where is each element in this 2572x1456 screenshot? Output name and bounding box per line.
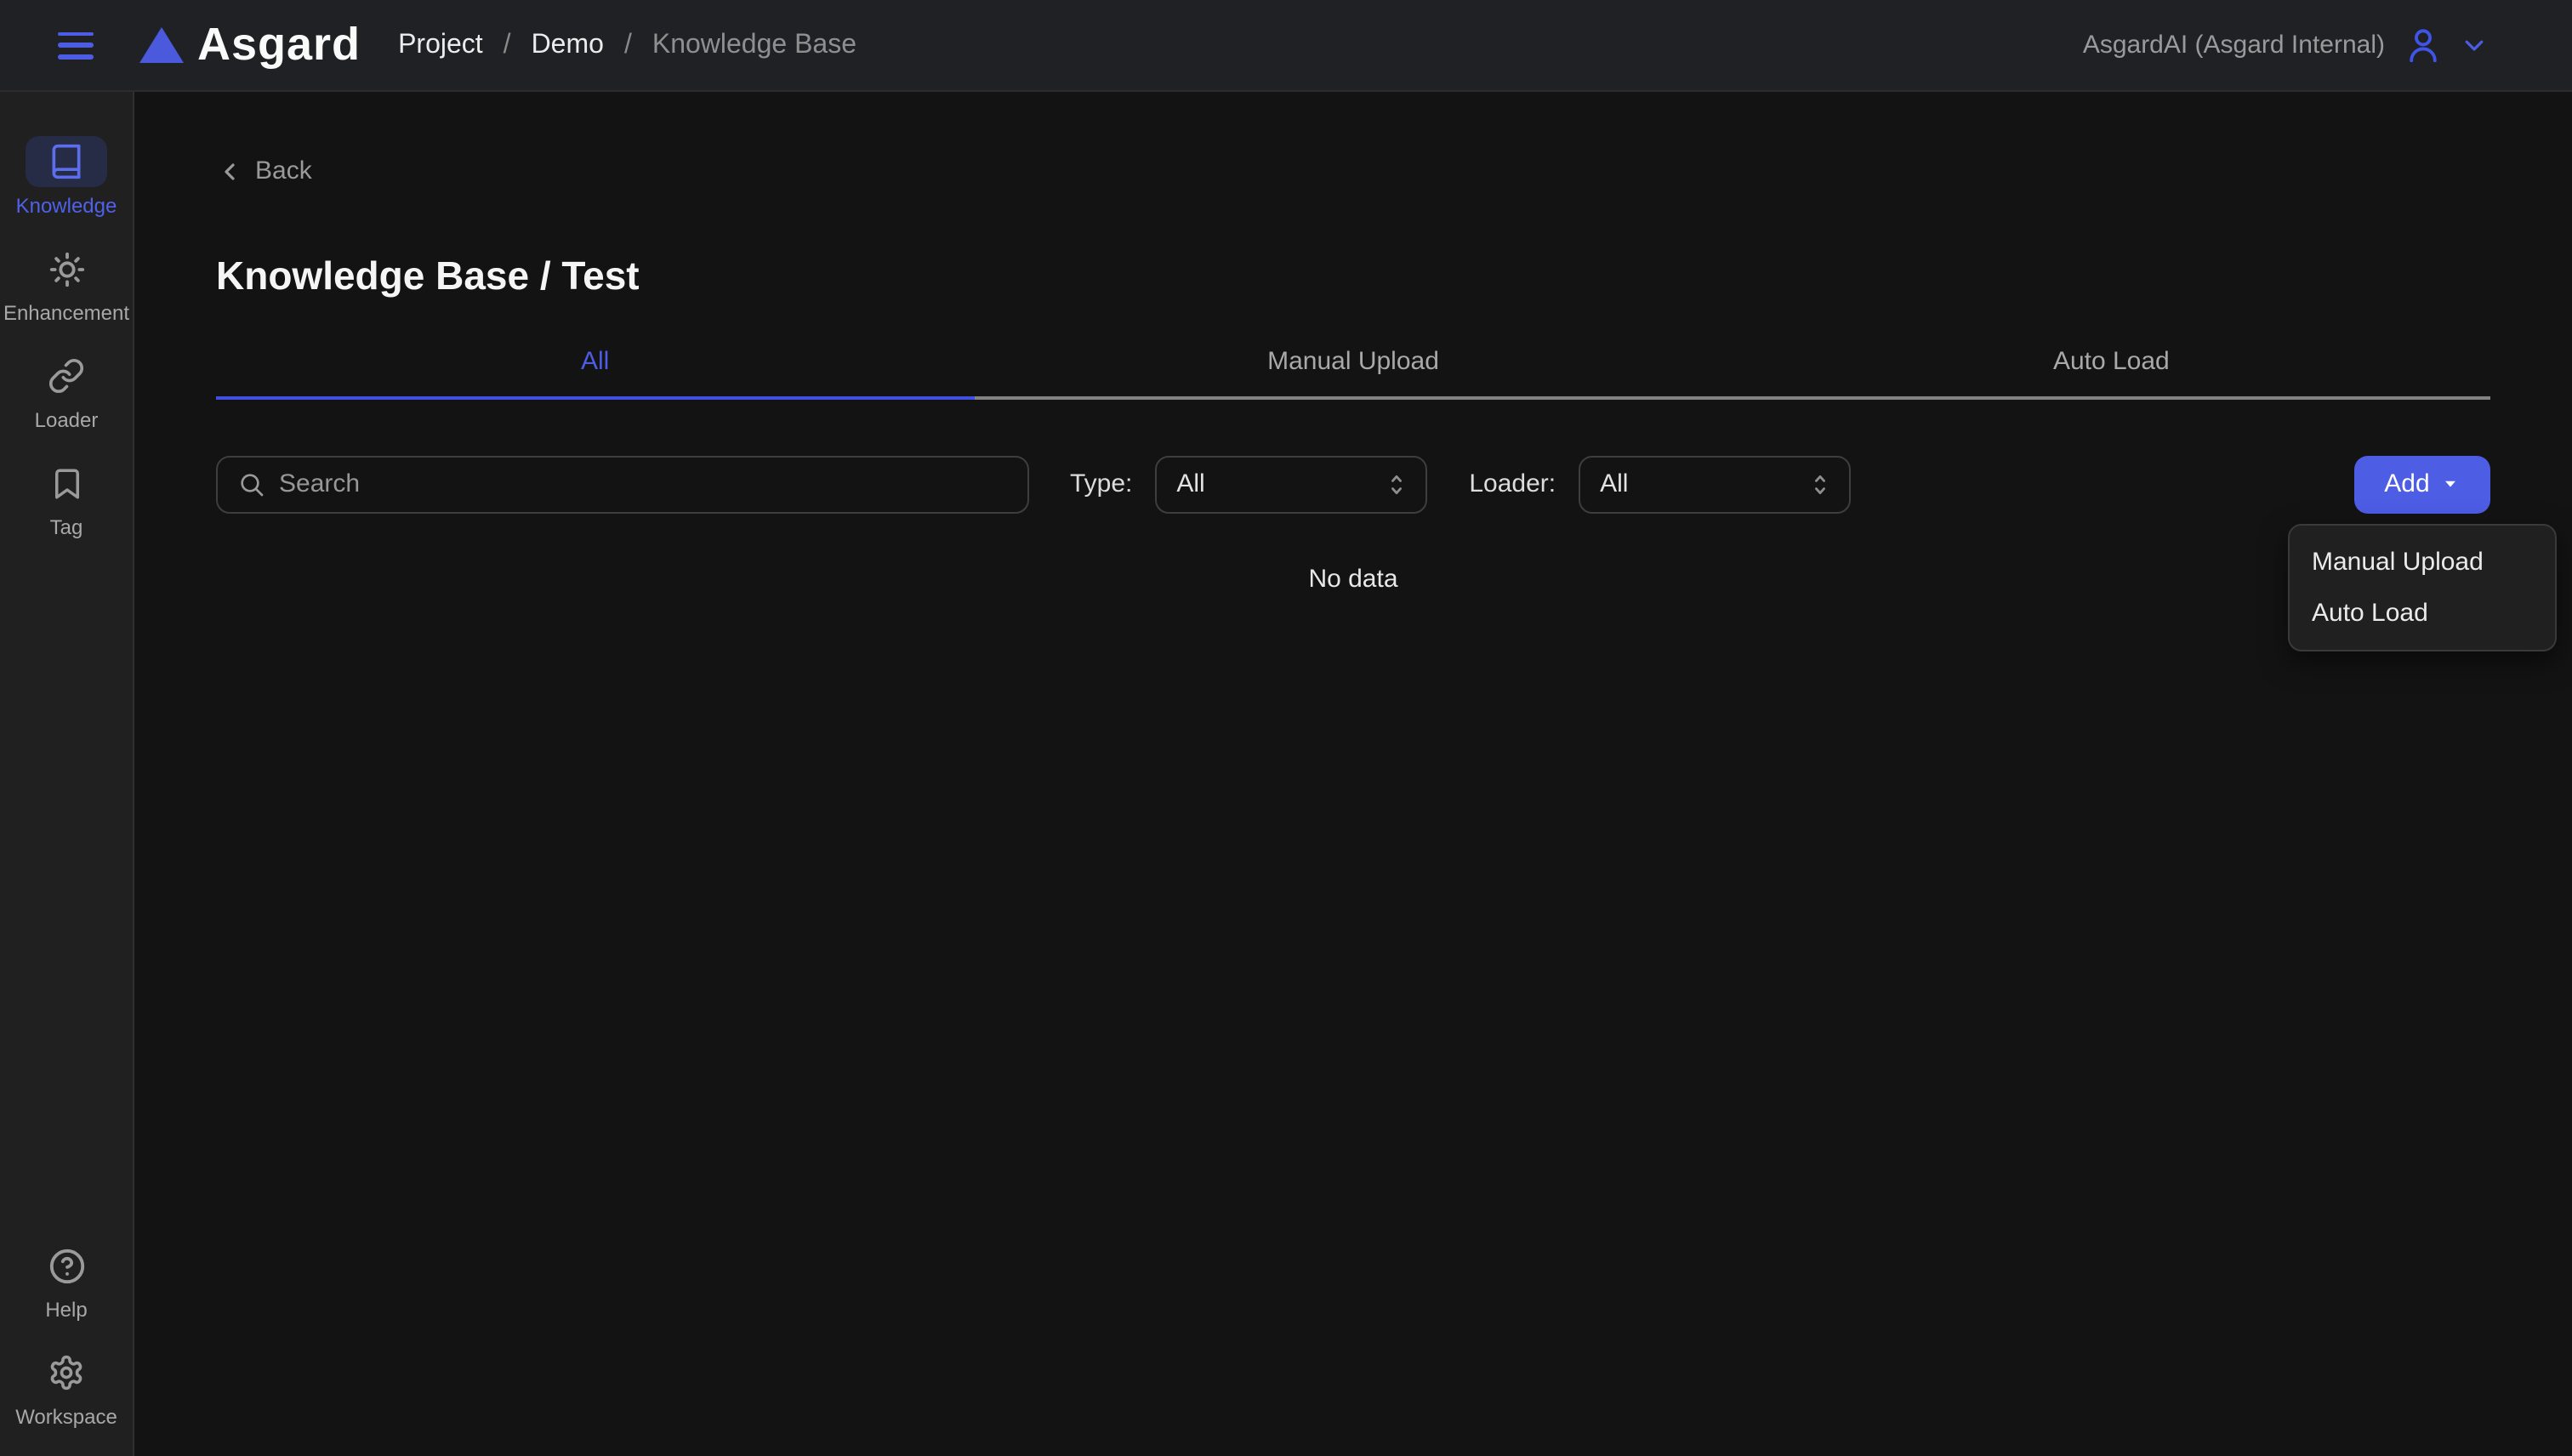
sidebar-item-label: Knowledge (16, 194, 117, 218)
back-button[interactable]: Back (216, 156, 312, 185)
add-dropdown-menu: Manual Upload Auto Load (2288, 524, 2557, 651)
menu-icon[interactable] (58, 31, 94, 59)
sidebar-item-help[interactable]: Help (0, 1240, 133, 1322)
top-header: Asgard Project / Demo / Knowledge Base A… (0, 0, 2572, 92)
screen: Asgard Project / Demo / Knowledge Base A… (0, 0, 2572, 1456)
asgard-logo[interactable]: Asgard (139, 19, 361, 71)
book-icon (48, 143, 85, 180)
tab-bar: All Manual Upload Auto Load (216, 346, 2490, 399)
help-circle-icon (47, 1246, 86, 1285)
caret-down-icon (2442, 475, 2461, 493)
gear-icon (48, 1354, 85, 1391)
sidebar-item-label: Loader (35, 408, 99, 432)
menu-item-manual-upload[interactable]: Manual Upload (2290, 536, 2555, 587)
asgard-app: Asgard Project / Demo / Knowledge Base A… (0, 0, 2572, 1456)
user-avatar-icon[interactable] (2404, 26, 2443, 65)
back-label: Back (255, 156, 312, 185)
logo-triangle-icon (139, 27, 184, 63)
sidebar-item-label: Enhancement (3, 301, 129, 325)
search-input[interactable] (279, 469, 1007, 498)
sidebar-item-enhancement[interactable]: Enhancement (0, 243, 133, 325)
filter-toolbar: Type: All Loader: All (216, 455, 2490, 513)
sidebar-item-label: Workspace (15, 1405, 117, 1429)
search-icon (238, 470, 265, 498)
breadcrumb-separator: / (504, 30, 511, 60)
tab-all[interactable]: All (216, 346, 974, 399)
header-user-area[interactable]: AsgardAI (Asgard Internal) (2083, 26, 2487, 65)
breadcrumb: Project / Demo / Knowledge Base (398, 30, 856, 60)
logo-text: Asgard (197, 19, 361, 71)
loader-select[interactable]: All (1578, 455, 1850, 513)
chevron-left-icon (216, 157, 243, 185)
breadcrumb-separator: / (624, 30, 632, 60)
bookmark-icon (48, 465, 84, 501)
tab-manual-upload[interactable]: Manual Upload (974, 346, 1732, 399)
select-arrows-icon (1807, 470, 1831, 498)
user-account-label: AsgardAI (Asgard Internal) (2083, 31, 2385, 60)
breadcrumb-knowledge-base: Knowledge Base (652, 30, 856, 60)
sidebar-item-knowledge[interactable]: Knowledge (0, 136, 133, 218)
add-button-label: Add (2384, 469, 2429, 498)
sidebar-item-tag[interactable]: Tag (0, 458, 133, 539)
sidebar-item-label: Help (45, 1298, 87, 1322)
select-arrows-icon (1384, 470, 1408, 498)
sidebar-item-loader[interactable]: Loader (0, 350, 133, 432)
search-box[interactable] (216, 455, 1029, 513)
add-button[interactable]: Add (2354, 455, 2490, 513)
chevron-down-icon[interactable] (2461, 32, 2487, 58)
main-content: Back Knowledge Base / Test All Manual Up… (134, 92, 2572, 1456)
empty-state-text: No data (216, 564, 2490, 593)
breadcrumb-demo[interactable]: Demo (532, 30, 604, 60)
type-filter-label: Type: (1070, 469, 1132, 498)
loader-filter-label: Loader: (1469, 469, 1556, 498)
type-select[interactable]: All (1154, 455, 1426, 513)
sidebar-nav: Knowledge Enhancement (0, 92, 134, 1456)
sun-icon (47, 249, 86, 288)
menu-item-auto-load[interactable]: Auto Load (2290, 587, 2555, 638)
link-icon (48, 357, 85, 395)
loader-select-value: All (1600, 469, 1807, 498)
breadcrumb-project[interactable]: Project (398, 30, 483, 60)
sidebar-item-label: Tag (50, 515, 83, 539)
page-title: Knowledge Base / Test (216, 253, 2490, 299)
tab-auto-load[interactable]: Auto Load (1733, 346, 2490, 399)
sidebar-item-workspace[interactable]: Workspace (0, 1347, 133, 1429)
type-select-value: All (1176, 469, 1384, 498)
